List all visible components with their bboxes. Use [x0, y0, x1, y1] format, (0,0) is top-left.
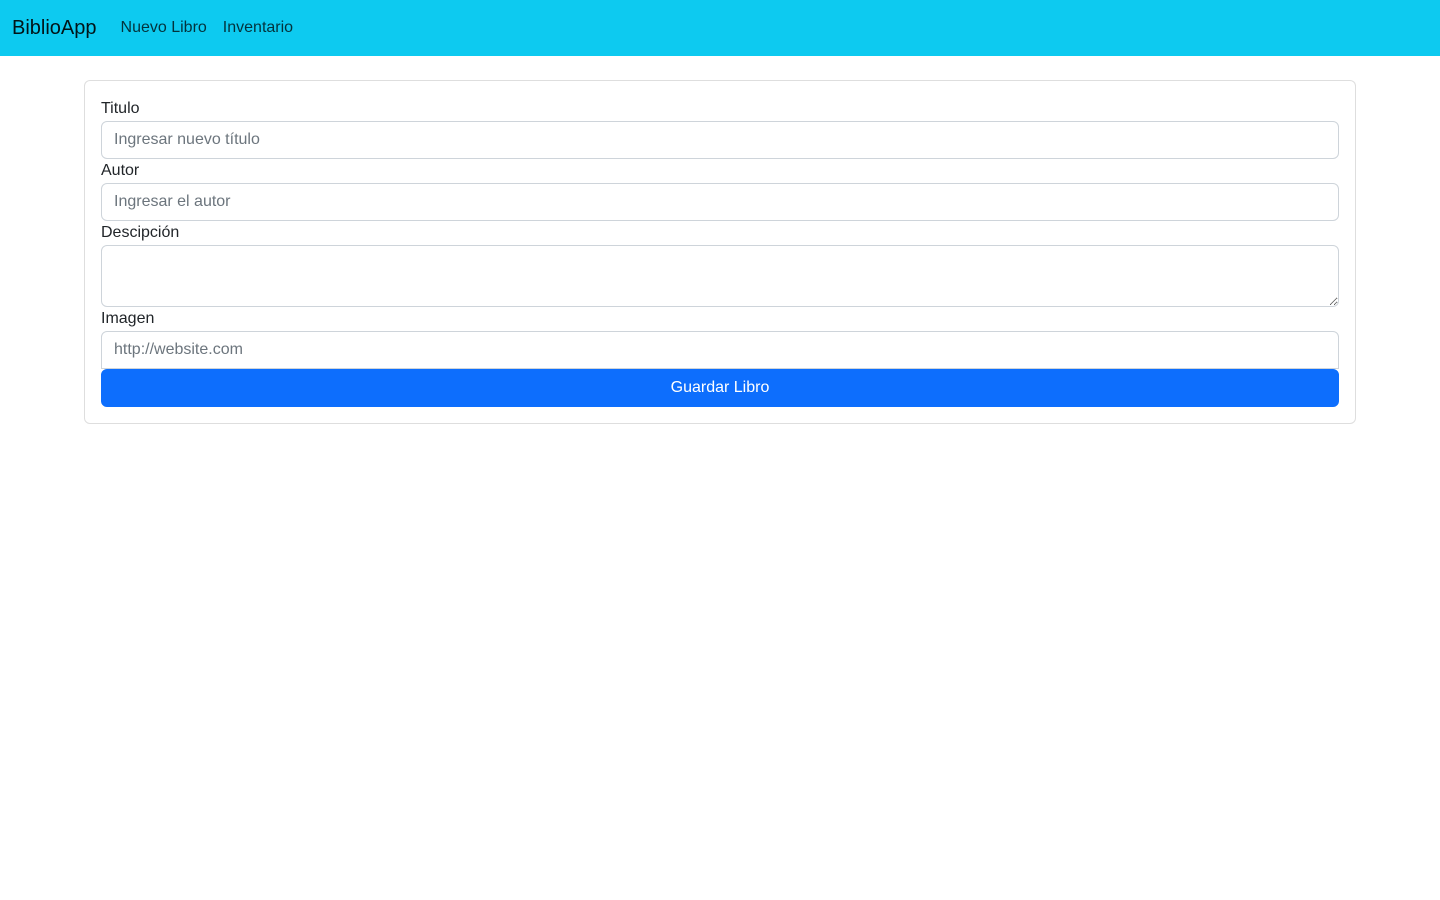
descripcion-label: Descipción [101, 224, 180, 241]
descripcion-group: Descipción [101, 221, 1339, 307]
descripcion-textarea[interactable] [101, 245, 1339, 307]
autor-input[interactable] [101, 183, 1339, 221]
imagen-url-input[interactable] [101, 331, 1339, 369]
top-navbar: BiblioApp Nuevo Libro Inventario [0, 0, 1440, 56]
book-form-card: Titulo Autor Descipción Imagen Guardar L… [84, 80, 1356, 424]
imagen-group: Imagen [101, 307, 1339, 369]
navbar-brand[interactable]: BiblioApp [12, 18, 97, 38]
nav-link-nuevo-libro[interactable]: Nuevo Libro [121, 20, 207, 36]
titulo-input[interactable] [101, 121, 1339, 159]
titulo-group: Titulo [101, 97, 1339, 159]
autor-group: Autor [101, 159, 1339, 221]
new-book-form: Titulo Autor Descipción Imagen Guardar L… [101, 97, 1339, 407]
nav-link-inventario[interactable]: Inventario [223, 20, 293, 36]
autor-label: Autor [101, 162, 140, 179]
titulo-label: Titulo [101, 100, 140, 117]
imagen-label: Imagen [101, 310, 155, 327]
guardar-libro-button[interactable]: Guardar Libro [101, 369, 1339, 407]
